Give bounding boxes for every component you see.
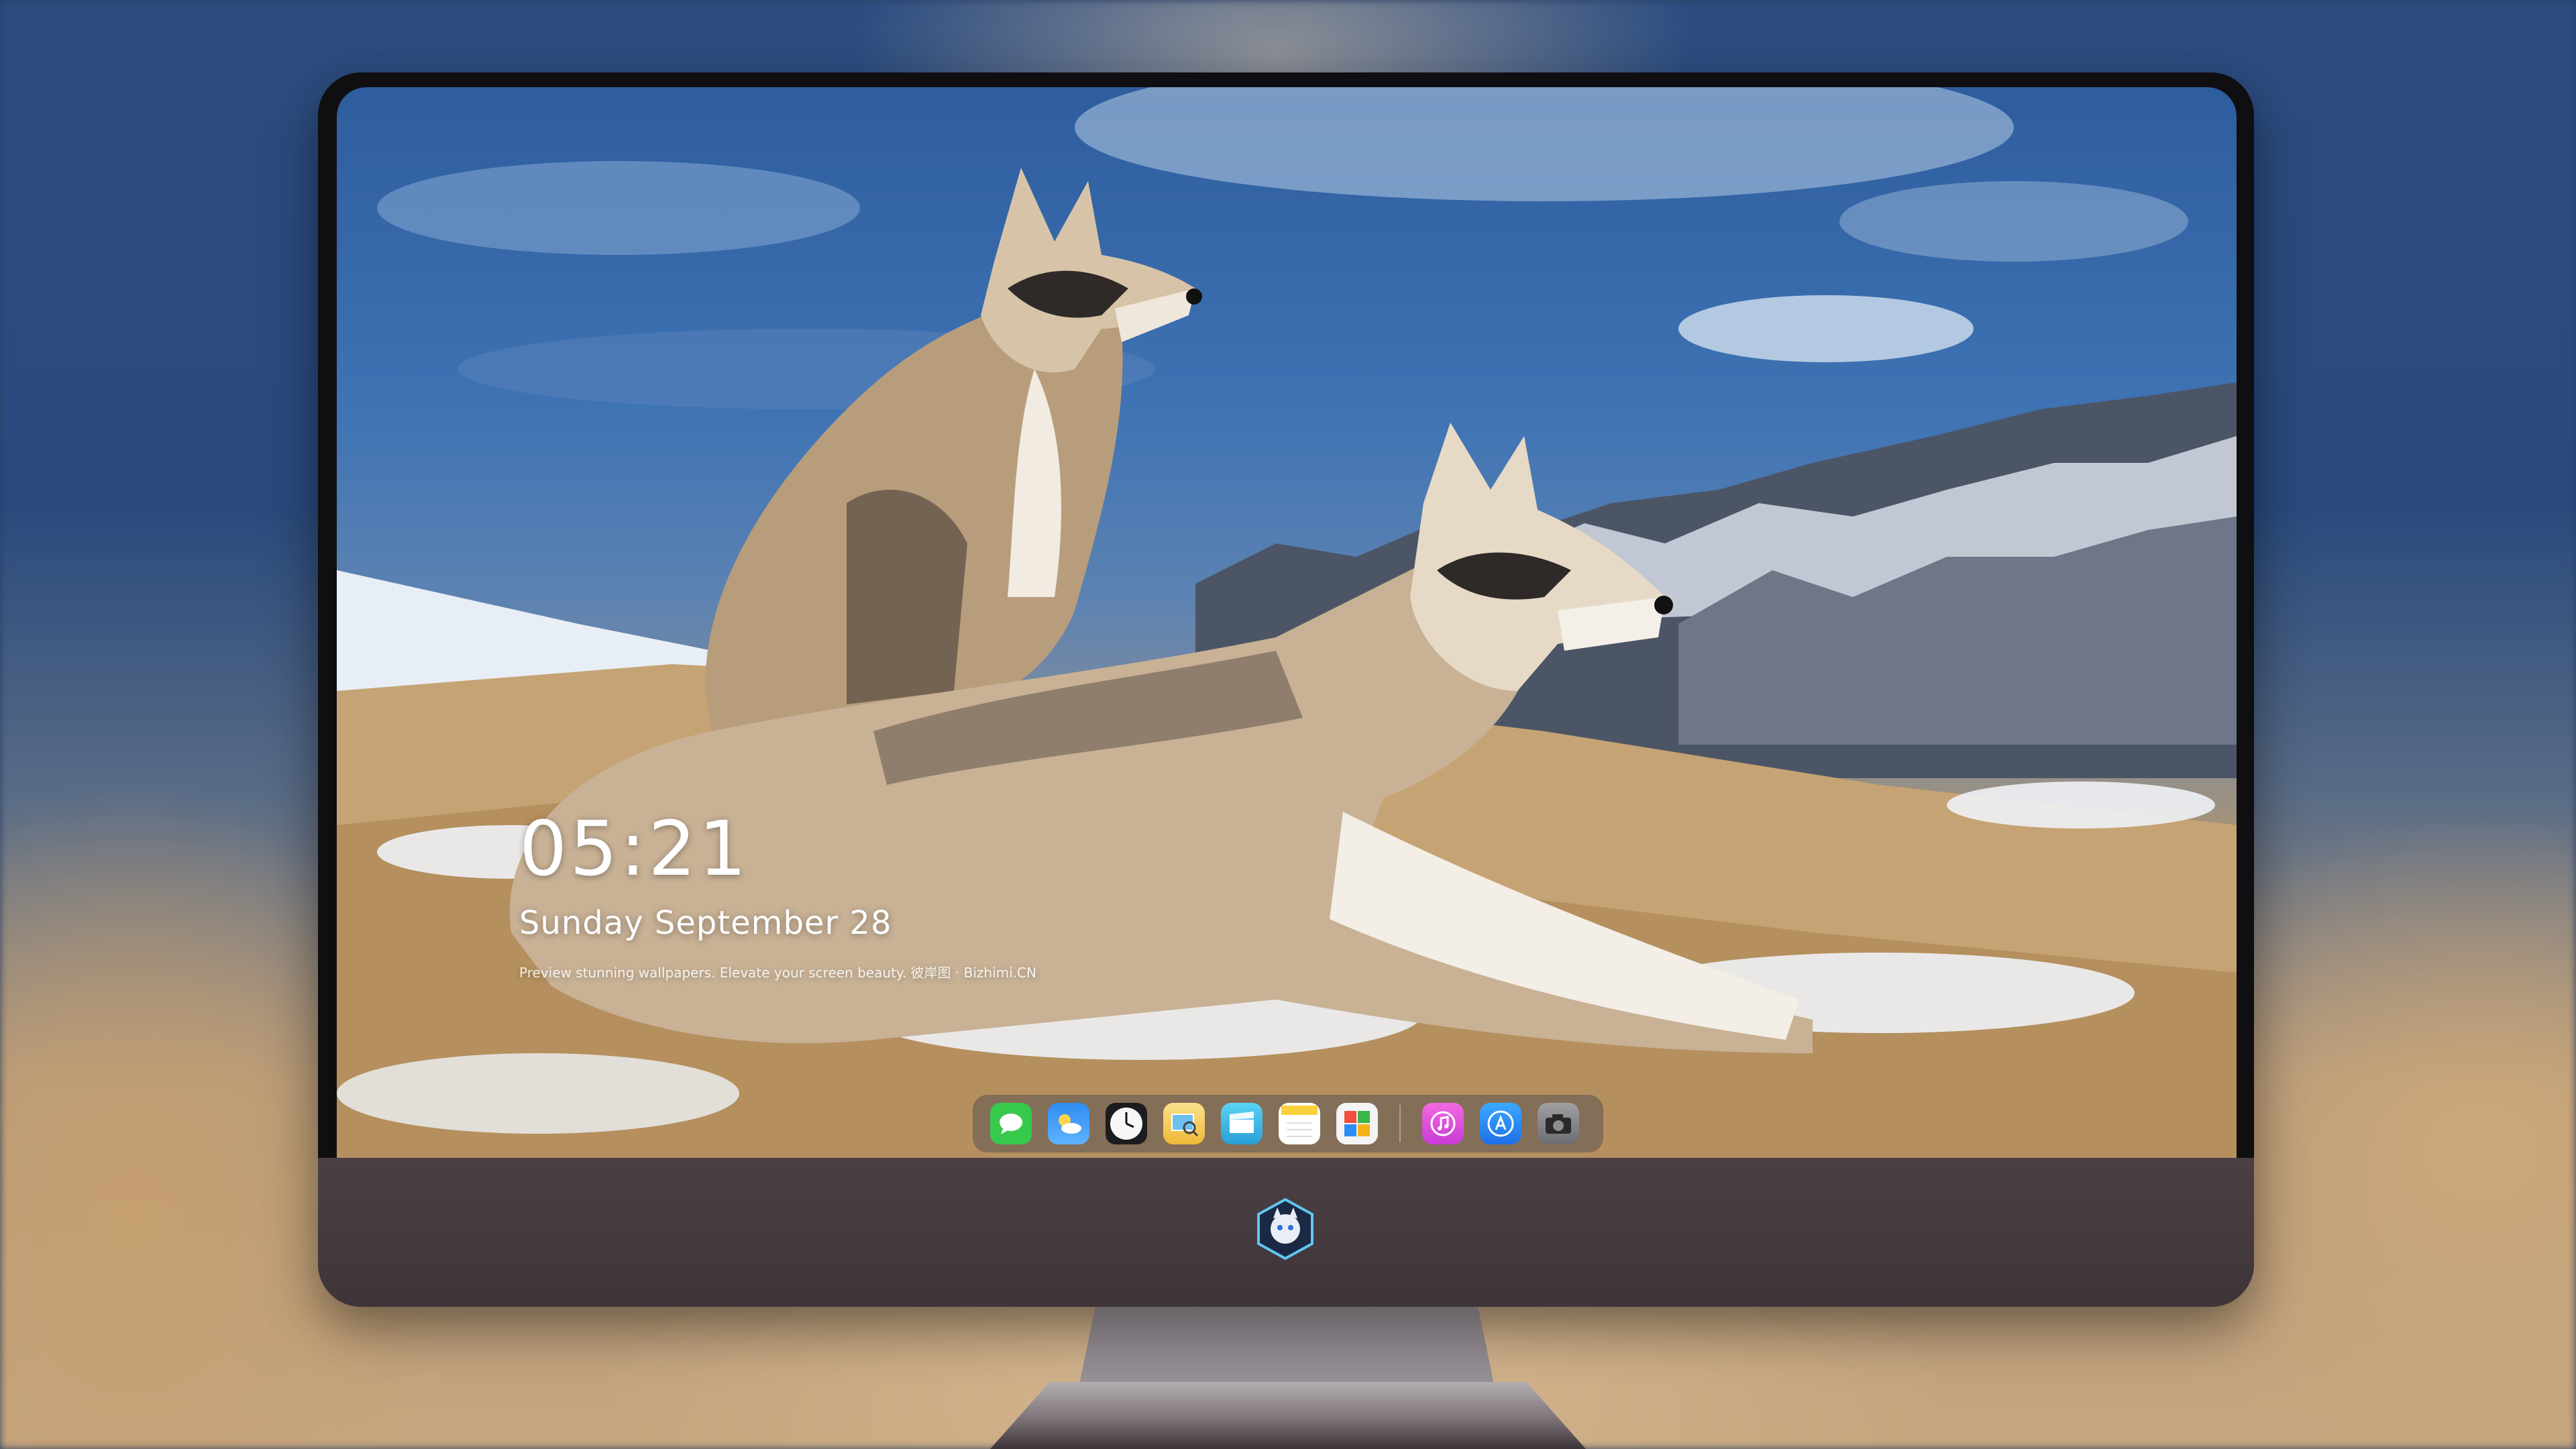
- dock-separator: [1399, 1105, 1401, 1142]
- monitor-stand-neck: [1079, 1307, 1495, 1387]
- notes-icon[interactable]: [1279, 1103, 1320, 1144]
- clips-icon[interactable]: [1221, 1103, 1263, 1144]
- lock-screen-info: 05:21 Sunday September 28 Preview stunni…: [519, 812, 1036, 981]
- lock-screen[interactable]: 05:21 Sunday September 28 Preview stunni…: [337, 87, 2237, 1158]
- app-store-icon[interactable]: [1480, 1103, 1521, 1144]
- clock-icon[interactable]: [1106, 1103, 1147, 1144]
- camera-icon[interactable]: [1538, 1103, 1579, 1144]
- sitting-husky: [705, 168, 1202, 731]
- preview-icon[interactable]: [1163, 1103, 1205, 1144]
- clock-time: 05:21: [519, 806, 749, 893]
- brand-logo-icon: [1257, 1197, 1313, 1260]
- monitor-chin: [318, 1158, 2254, 1307]
- photos-app-icon[interactable]: [1336, 1103, 1378, 1144]
- messages-icon[interactable]: [990, 1103, 1032, 1144]
- weather-icon[interactable]: [1048, 1103, 1089, 1144]
- monitor-stand-base: [990, 1382, 1586, 1449]
- dock: [973, 1095, 1603, 1152]
- wallpaper-caption: Preview stunning wallpapers. Elevate you…: [519, 965, 1036, 981]
- music-icon[interactable]: [1422, 1103, 1464, 1144]
- wallpaper-huskies: [337, 87, 2237, 1158]
- imac-monitor: 05:21 Sunday September 28 Preview stunni…: [318, 72, 2254, 1307]
- clock-date: Sunday September 28: [519, 904, 892, 942]
